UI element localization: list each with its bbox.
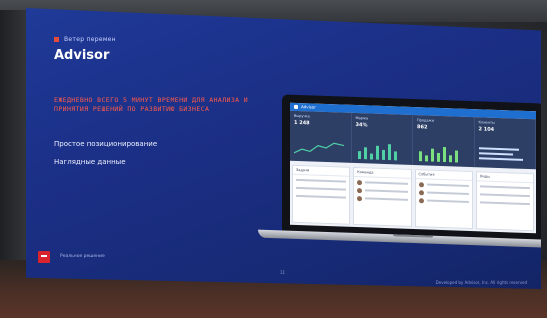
list-item <box>418 197 469 205</box>
laptop-display: Advisor Выручка 1 248 Маржа 34% Продажи <box>290 102 536 234</box>
avatar <box>357 187 363 193</box>
kpi-label: Маржа <box>355 115 369 121</box>
kpi-tile: Маржа 34% <box>351 112 413 165</box>
avatar <box>418 181 424 187</box>
list-item <box>357 195 408 203</box>
slide-headline: ЕЖЕДНЕВНО ВСЕГО 5 МИНУТ ВРЕМЕНИ ДЛЯ АНАЛ… <box>54 96 249 113</box>
panel: Команда <box>353 166 412 227</box>
panel-header: События <box>415 170 472 182</box>
kpi-tiles: Выручка 1 248 Маржа 34% Продажи 862 Клие… <box>290 110 536 170</box>
slide-bullet-1: Простое позиционирование <box>54 140 158 148</box>
list-item <box>296 177 347 185</box>
list-item <box>296 193 347 201</box>
page-number: 11 <box>280 270 286 275</box>
eyebrow-text: Ветер перемен <box>64 36 116 43</box>
avatar <box>418 197 424 203</box>
room-wall-left <box>0 10 30 270</box>
sparkline-icon <box>294 142 344 154</box>
avatar <box>357 179 363 185</box>
list-item <box>479 183 530 191</box>
kpi-label: Выручка <box>294 113 310 119</box>
brand-logo-icon <box>38 251 50 263</box>
content-panels: Задачи Команда События Лиды <box>290 163 536 234</box>
kpi-value: 2 104 <box>478 126 495 133</box>
list-icon <box>478 147 523 161</box>
red-square-icon <box>54 37 59 42</box>
list-item <box>418 189 469 197</box>
list-item <box>296 185 347 193</box>
kpi-label: Продажи <box>417 118 434 123</box>
kpi-tile: Выручка 1 248 <box>290 110 352 163</box>
laptop-notch <box>393 234 433 238</box>
app-logo-icon <box>294 104 298 109</box>
slide-bullet-2: Наглядные данные <box>54 158 126 166</box>
panel: Лиды <box>475 171 534 232</box>
list-item <box>357 187 408 195</box>
slide-title: Advisor <box>54 48 110 63</box>
footer-copyright: Developed by Advisor, Inc. All rights re… <box>435 280 527 285</box>
kpi-tile: Клиенты 2 104 <box>474 117 536 170</box>
footer-caption: Реальное решение <box>60 254 105 259</box>
bar-chart-icon <box>357 144 397 161</box>
kpi-value: 1 248 <box>294 119 310 127</box>
list-item <box>479 199 530 207</box>
panel-header: Лиды <box>476 172 533 184</box>
list-item <box>418 181 469 189</box>
laptop-lid: Advisor Выручка 1 248 Маржа 34% Продажи <box>282 94 541 242</box>
panel-header: Задачи <box>293 165 350 177</box>
panel-header: Команда <box>354 167 411 179</box>
kpi-value: 862 <box>417 124 428 131</box>
bar-chart-icon <box>419 147 458 163</box>
list-item <box>479 191 530 199</box>
list-item <box>357 179 408 187</box>
avatar <box>357 195 363 201</box>
avatar <box>418 189 424 195</box>
slide-eyebrow: Ветер перемен <box>54 36 116 43</box>
kpi-value: 34% <box>355 121 368 129</box>
panel: Задачи <box>292 164 351 225</box>
app-title: Advisor <box>301 104 316 110</box>
kpi-tile: Продажи 862 <box>413 115 475 168</box>
kpi-label: Клиенты <box>478 120 495 125</box>
projected-slide: Ветер перемен Advisor ЕЖЕДНЕВНО ВСЕГО 5 … <box>26 8 541 289</box>
panel: События <box>414 169 473 230</box>
